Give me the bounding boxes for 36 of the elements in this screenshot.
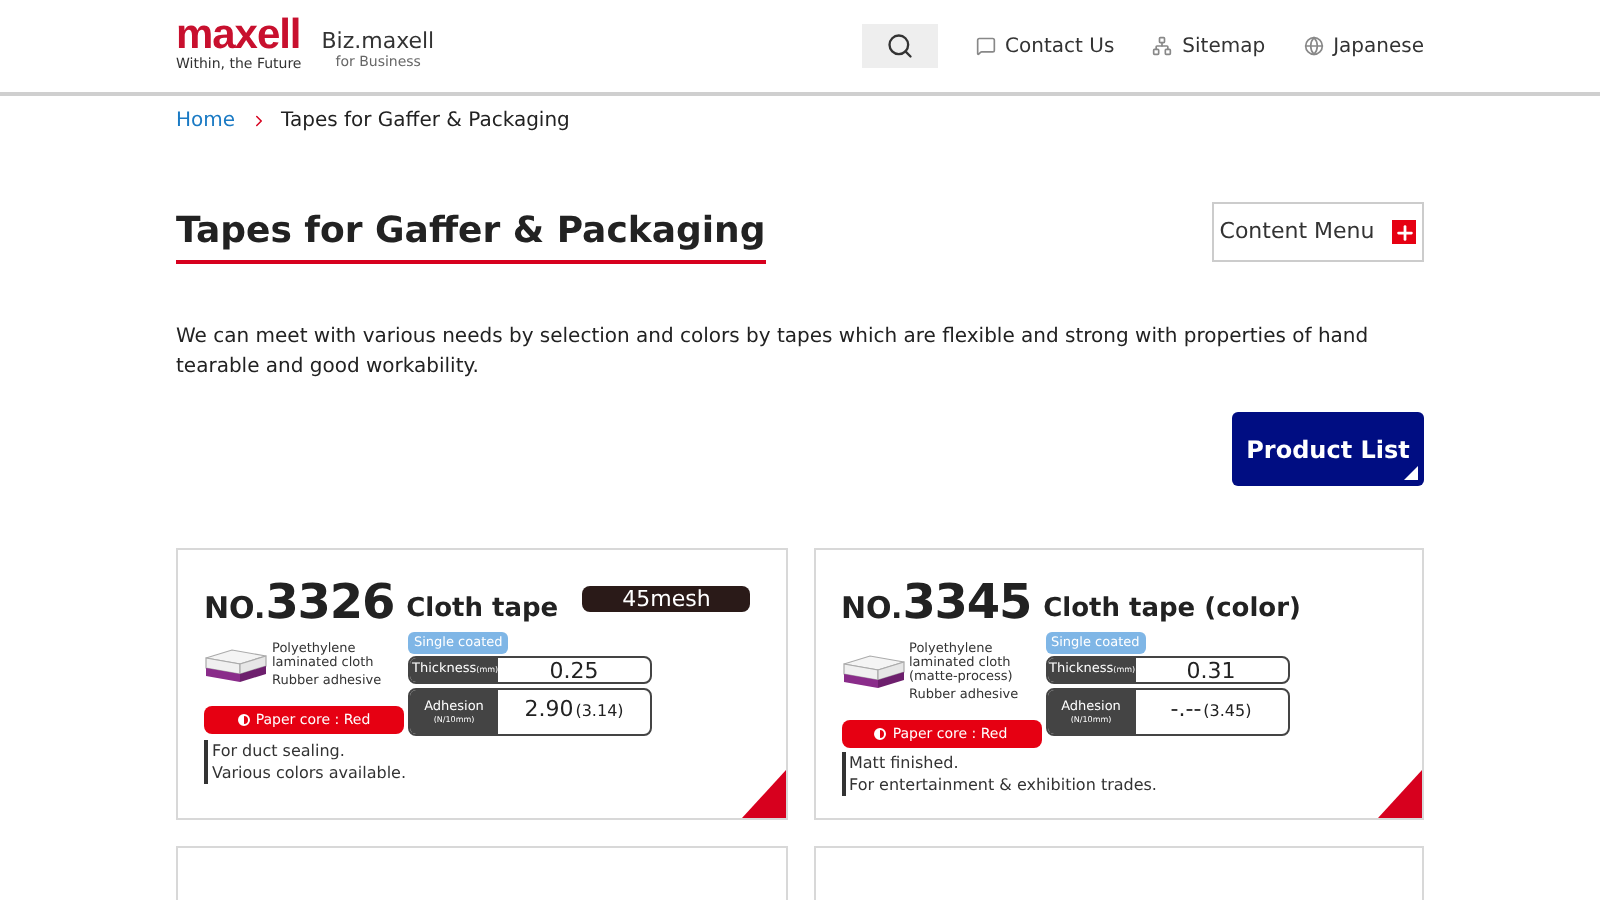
breadcrumb-link[interactable]: Home (176, 105, 236, 135)
mesh-badge: 45mesh (582, 586, 751, 612)
product-card[interactable] (813, 548, 1424, 820)
corner-icon (1404, 466, 1418, 480)
chat-icon (975, 36, 996, 56)
page-title: Tapes for Gaffer & Packaging (176, 208, 766, 264)
search-icon (885, 32, 914, 60)
feature-note: For duct sealing. (204, 739, 759, 761)
core-icon (237, 714, 250, 726)
core-icon (874, 728, 887, 740)
adhesion-value: -.--(3.45) (1168, 694, 1254, 727)
tape-layers-icon (841, 652, 905, 692)
sitemap-icon (1152, 36, 1173, 56)
breadcrumb-current: Tapes for Gaffer & Packaging (281, 107, 570, 135)
feature-note: Matt finished. (841, 752, 1396, 774)
nav-link[interactable]: Contact Us (975, 31, 1115, 61)
thickness-value: 0.25 (547, 657, 601, 681)
thickness-value: 0.31 (1184, 657, 1238, 681)
sub-brand-name: Biz.maxell (321, 29, 435, 53)
corner-triangle-icon (1378, 770, 1422, 818)
product-number: NO.3326 (204, 578, 395, 626)
search-button[interactable] (861, 24, 938, 68)
nav-link[interactable]: Sitemap (1152, 31, 1266, 61)
product-name: Cloth tape (406, 596, 559, 622)
product-list-button[interactable]: Product List (1232, 412, 1424, 486)
nav-link[interactable]: Japanese (1303, 31, 1424, 61)
plus-icon (1392, 220, 1417, 244)
globe-icon (1303, 36, 1324, 56)
product-number: NO.3345 (841, 578, 1032, 626)
product-name: Cloth tape (color) (1043, 596, 1301, 622)
corner-triangle-icon (741, 770, 785, 818)
tape-layers-icon (204, 645, 268, 685)
adhesion-value: 2.90(3.14) (522, 694, 626, 727)
intro-text: We can meet with various needs by selection and colors by tapes which are flexible and strong with properties of hand tearable and good workability. (174, 324, 1371, 382)
content-menu-button[interactable]: Content Menu (1212, 202, 1424, 262)
maxell-logo[interactable]: maxell (176, 18, 302, 54)
